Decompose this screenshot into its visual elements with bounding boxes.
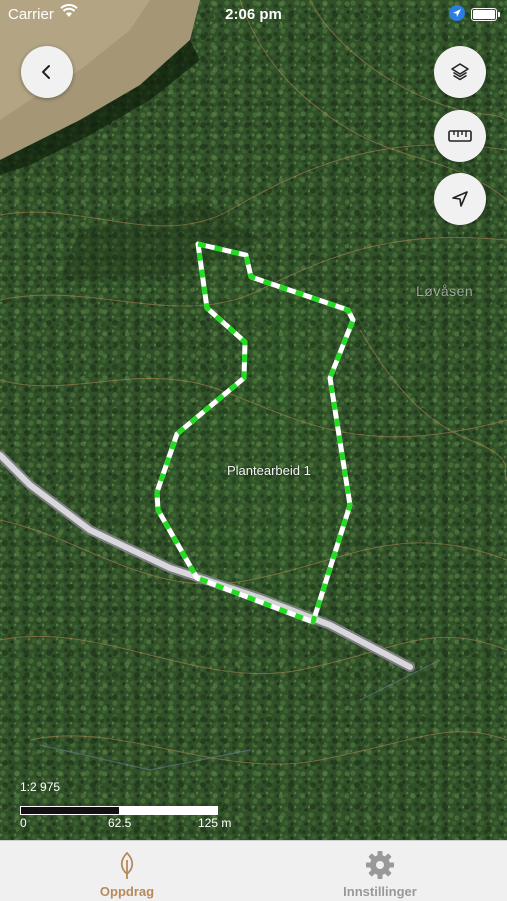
tab-oppdrag[interactable]: Oppdrag [47,841,207,901]
clock-label: 2:06 pm [225,6,282,23]
tab-label: Oppdrag [99,884,155,899]
chevron-left-icon [42,65,50,79]
area-label: Plantearbeid 1 [227,463,311,478]
scale-tick-end: 125 m [198,816,232,830]
location-services-icon [449,5,465,25]
tab-bar: Oppdrag Innstillinger [0,840,507,901]
locate-button[interactable] [434,173,486,225]
status-bar: Carrier 2:06 pm [0,0,507,28]
scale-tick-start: 0 [20,816,27,830]
measure-button[interactable] [434,110,486,162]
navigation-arrow-icon [452,191,468,207]
scale-ratio: 1:2 975 [20,780,61,794]
battery-icon [471,8,500,21]
aerial-imagery [0,0,507,840]
scale-bar-graphic [20,806,218,815]
back-button[interactable] [21,46,73,98]
place-name-label: Løvåsen [416,283,474,299]
map-view[interactable] [0,0,507,840]
ruler-icon [448,130,472,142]
tab-innstillinger[interactable]: Innstillinger [300,841,460,901]
gear-icon [366,851,394,879]
leaf-icon [120,851,134,879]
scale-tick-mid: 62.5 [108,816,132,830]
layers-icon [451,63,469,81]
tab-label: Innstillinger [343,884,417,899]
layers-button[interactable] [434,46,486,98]
